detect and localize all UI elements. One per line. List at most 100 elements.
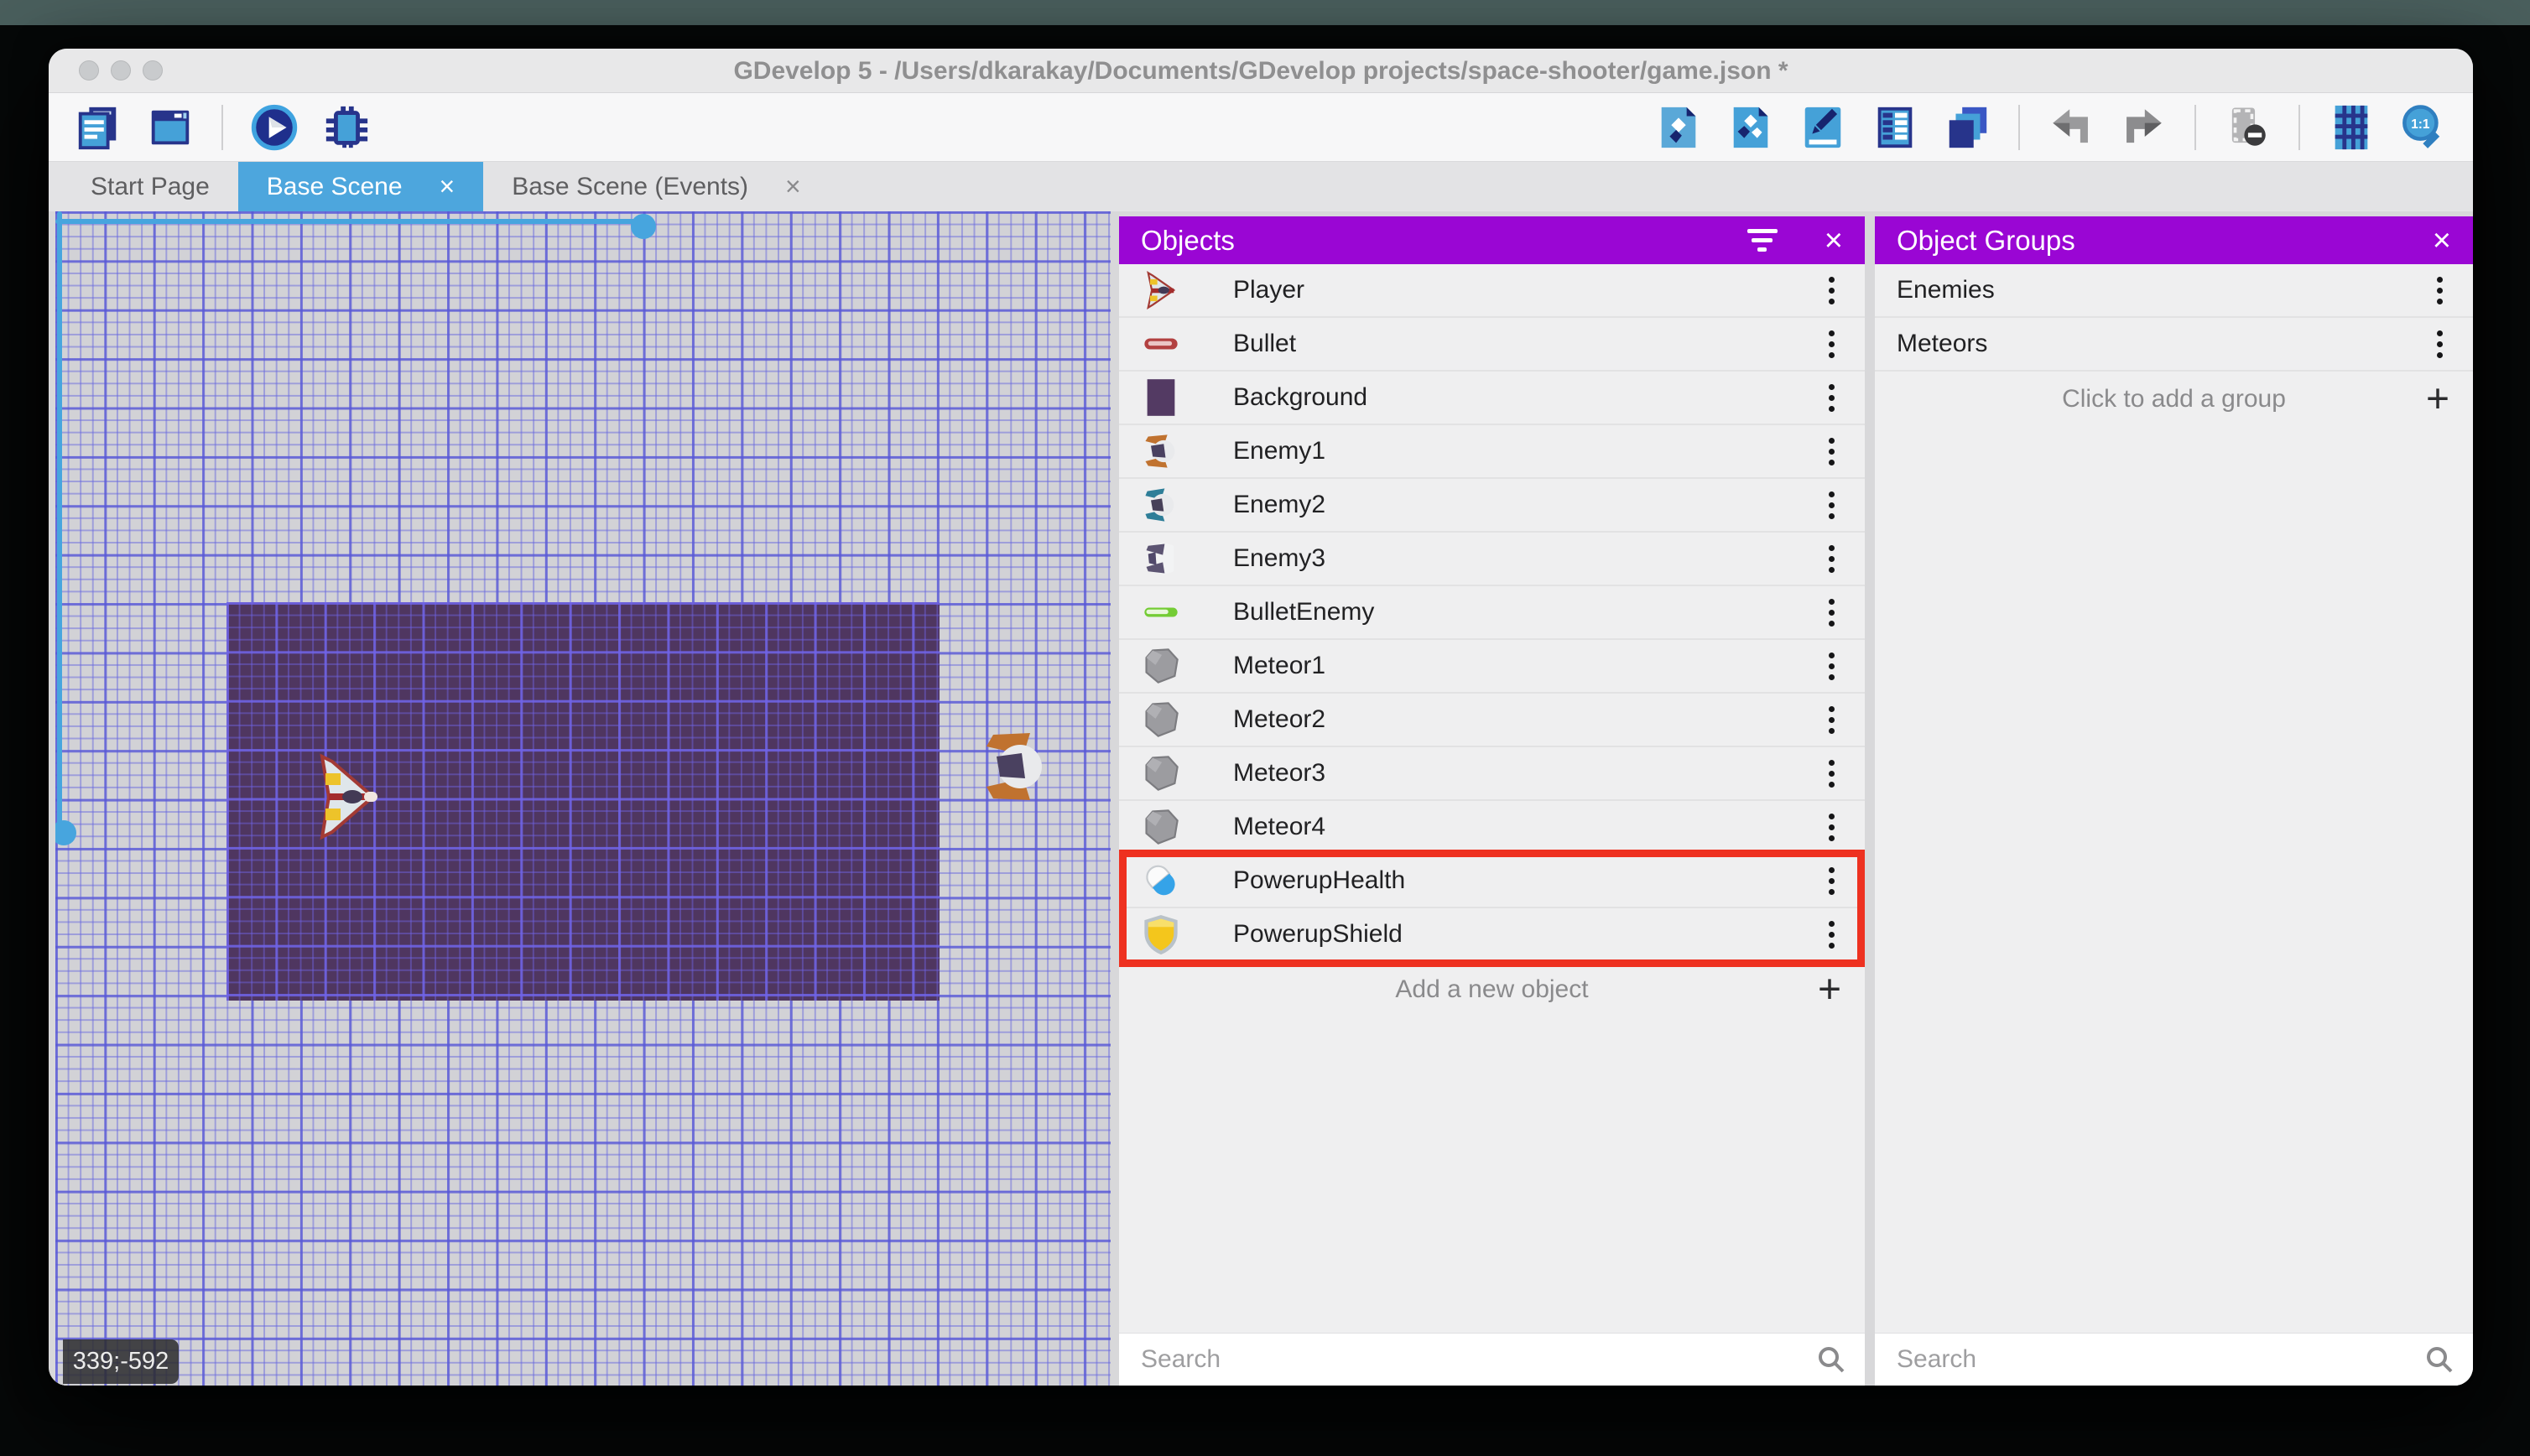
gdevelop-window: GDevelop 5 - /Users/dkarakay/Documents/G… [49, 49, 2473, 1386]
zoom-to-fit-icon[interactable]: 1:1 [2397, 101, 2449, 153]
tab-base-scene-events[interactable]: Base Scene (Events) × [483, 162, 830, 211]
toggle-grid-icon[interactable] [2325, 101, 2377, 153]
object-row-powerupshield[interactable]: PowerupShield [1119, 908, 1865, 962]
editor-content: 339;-592 Objects × Player Bullet Backgroun… [49, 211, 2473, 1386]
horizontal-scrollbar-thumb[interactable] [631, 214, 656, 239]
player-thumbnail-icon [1141, 270, 1181, 310]
object-row-bullet[interactable]: Bullet [1119, 318, 1865, 372]
group-name: Meteors [1897, 330, 1988, 357]
object-row-bulletenemy[interactable]: BulletEnemy [1119, 586, 1865, 640]
objects-search-input[interactable] [1119, 1334, 1865, 1386]
properties-icon[interactable] [1797, 101, 1849, 153]
object-row-enemy3[interactable]: Enemy3 [1119, 533, 1865, 586]
bullet-enemy-thumbnail-icon [1141, 592, 1181, 632]
object-name: BulletEnemy [1233, 598, 1375, 626]
vertical-scrollbar-thumb[interactable] [55, 820, 76, 845]
project-manager-icon[interactable] [72, 101, 124, 153]
horizontal-scrollbar-track[interactable] [55, 219, 643, 224]
toolbar-divider [2298, 104, 2300, 150]
object-name: Meteor1 [1233, 652, 1326, 679]
object-name: Enemy3 [1233, 544, 1326, 572]
title-bar: GDevelop 5 - /Users/dkarakay/Documents/G… [49, 49, 2473, 93]
tab-base-scene[interactable]: Base Scene × [237, 162, 484, 211]
player-instance[interactable] [312, 753, 379, 840]
toggle-window-mask-icon[interactable] [2221, 101, 2273, 153]
svg-text:1:1: 1:1 [2411, 117, 2430, 131]
object-menu-icon[interactable] [1820, 810, 1843, 845]
object-menu-icon[interactable] [1820, 381, 1843, 415]
objects-search-bar [1119, 1333, 1865, 1386]
toolbar-left-group [72, 101, 372, 153]
object-groups-list: Enemies Meteors Click to add a group + [1875, 264, 2473, 1333]
layers-icon[interactable] [1941, 101, 1993, 153]
object-name: Meteor4 [1233, 813, 1326, 840]
object-row-meteor2[interactable]: Meteor2 [1119, 694, 1865, 747]
object-row-meteor1[interactable]: Meteor1 [1119, 640, 1865, 694]
object-menu-icon[interactable] [1820, 273, 1843, 308]
search-icon [2427, 1347, 2453, 1373]
toolbar-divider [2194, 104, 2196, 150]
object-menu-icon[interactable] [1820, 595, 1843, 630]
debug-icon[interactable] [320, 101, 372, 153]
meteor-thumbnail-icon [1141, 807, 1181, 847]
object-menu-icon[interactable] [1820, 757, 1843, 791]
search-icon [1819, 1347, 1845, 1373]
instances-list-icon[interactable] [1869, 101, 1921, 153]
object-row-meteor3[interactable]: Meteor3 [1119, 747, 1865, 801]
add-group-button[interactable]: Click to add a group + [1875, 372, 2473, 427]
object-menu-icon[interactable] [1820, 703, 1843, 737]
powerup-shield-thumbnail-icon [1141, 914, 1181, 954]
scene-canvas[interactable]: 339;-592 [55, 211, 1111, 1386]
object-row-meteor4[interactable]: Meteor4 [1119, 801, 1865, 855]
tab-start-page[interactable]: Start Page [62, 162, 238, 211]
close-panel-icon[interactable]: × [2433, 225, 2451, 257]
tab-label: Base Scene [266, 172, 403, 200]
object-menu-icon[interactable] [1820, 434, 1843, 469]
enemy2-thumbnail-icon [1141, 485, 1181, 525]
object-name: Enemy2 [1233, 491, 1326, 518]
meteor-thumbnail-icon [1141, 646, 1181, 686]
object-row-enemy2[interactable]: Enemy2 [1119, 479, 1865, 533]
object-row-poweruphealth[interactable]: PowerupHealth [1119, 855, 1865, 908]
object-groups-editor-icon[interactable] [1725, 101, 1777, 153]
plus-icon: + [2425, 377, 2449, 422]
object-name: Meteor2 [1233, 705, 1326, 733]
desktop-background [0, 0, 2530, 25]
object-menu-icon[interactable] [1820, 542, 1843, 576]
group-menu-icon[interactable] [2428, 327, 2451, 361]
object-menu-icon[interactable] [1820, 918, 1843, 952]
object-menu-icon[interactable] [1820, 327, 1843, 361]
add-object-button[interactable]: Add a new object + [1119, 962, 1865, 1017]
object-menu-icon[interactable] [1820, 864, 1843, 898]
object-name: Bullet [1233, 330, 1297, 357]
window-title: GDevelop 5 - /Users/dkarakay/Documents/G… [733, 57, 1788, 85]
object-row-enemy1[interactable]: Enemy1 [1119, 425, 1865, 479]
object-row-player[interactable]: Player [1119, 264, 1865, 318]
close-tab-icon[interactable]: × [440, 171, 456, 202]
close-panel-icon[interactable]: × [1825, 225, 1843, 257]
group-menu-icon[interactable] [2428, 273, 2451, 308]
object-row-background[interactable]: Background [1119, 372, 1865, 425]
undo-icon[interactable] [2045, 101, 2097, 153]
group-row-meteors[interactable]: Meteors [1875, 318, 2473, 372]
filter-icon[interactable] [1747, 229, 1778, 252]
preview-window-icon[interactable] [144, 101, 196, 153]
close-tab-icon[interactable]: × [785, 171, 801, 202]
group-row-enemies[interactable]: Enemies [1875, 264, 2473, 318]
object-menu-icon[interactable] [1820, 649, 1843, 684]
object-name: PowerupShield [1233, 920, 1403, 948]
enemy-instance[interactable] [980, 728, 1050, 805]
groups-search-input[interactable] [1875, 1334, 2473, 1386]
powerup-health-thumbnail-icon [1141, 861, 1181, 901]
enemy3-thumbnail-icon [1141, 538, 1181, 579]
vertical-scrollbar-track[interactable] [57, 211, 62, 834]
toolbar-right-group: 1:1 [1653, 101, 2449, 153]
play-preview-icon[interactable] [248, 101, 300, 153]
plus-icon: + [1817, 967, 1841, 1012]
redo-icon[interactable] [2117, 101, 2169, 153]
enemy1-thumbnail-icon [1141, 431, 1181, 471]
objects-editor-icon[interactable] [1653, 101, 1705, 153]
groups-search-bar [1875, 1333, 2473, 1386]
object-name: PowerupHealth [1233, 866, 1406, 894]
object-menu-icon[interactable] [1820, 488, 1843, 523]
